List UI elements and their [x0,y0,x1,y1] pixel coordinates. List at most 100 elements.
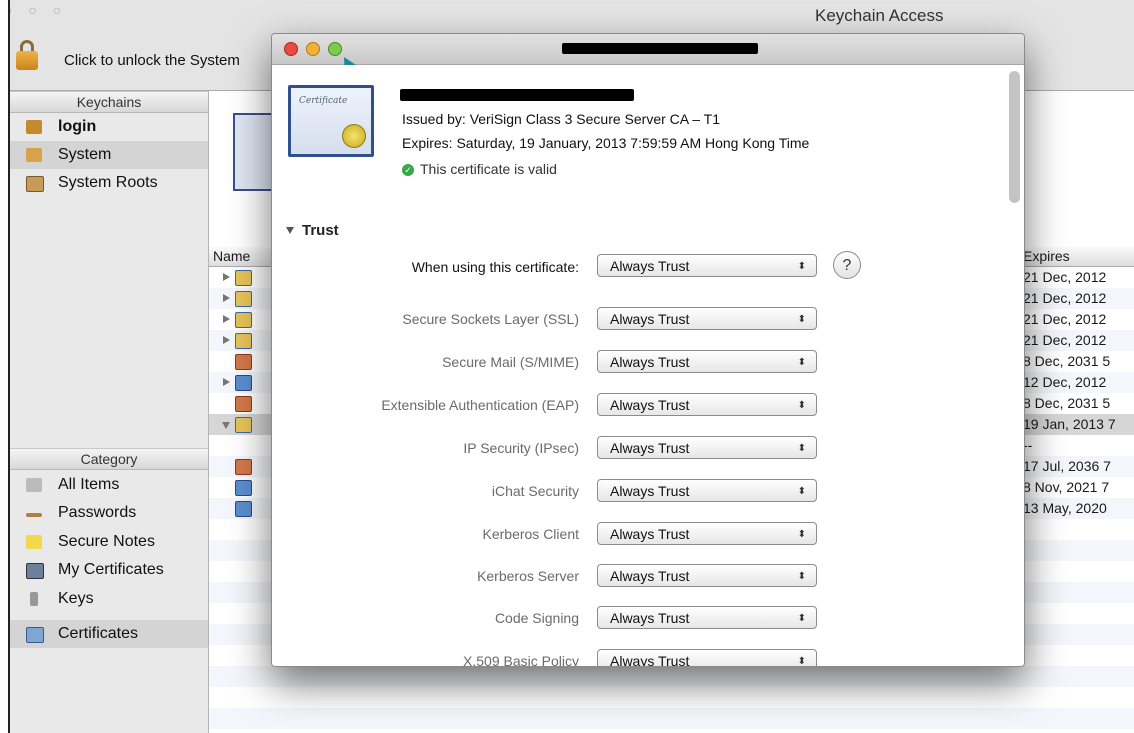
sidebar-item-system[interactable]: System [10,141,208,169]
popup-arrows-icon: ⬍ [797,529,806,540]
popup-value: Always Trust [610,483,690,499]
disclosure-triangle-icon[interactable] [223,378,230,386]
disclosure-triangle-icon[interactable] [286,227,294,234]
expires-cell: 8 Nov, 2021 7 [1023,479,1110,495]
kerberos-client-popup[interactable]: Always Trust ⬍ [597,522,817,545]
sidebar-item-login[interactable]: login [10,113,208,141]
popup-value: Always Trust [610,311,690,327]
popup-value: Always Trust [610,440,690,456]
people-icon [26,478,42,492]
certificate-icon [235,312,252,328]
disclosure-triangle-icon[interactable] [223,315,230,323]
x509-popup[interactable]: Always Trust ⬍ [597,649,817,667]
ipsec-label: IP Security (IPsec) [463,440,579,456]
window-controls[interactable]: ○ ○ ○ [10,2,67,18]
lock-icon[interactable] [16,40,38,70]
certificate-icon [26,563,44,579]
column-expires-header[interactable]: Expires [1023,247,1070,266]
sidebar-item-label: Certificates [58,625,139,642]
minimize-icon[interactable] [306,42,320,56]
popup-value: Always Trust [610,526,690,542]
vertical-scrollbar[interactable] [1009,71,1020,203]
note-icon [26,535,42,549]
unlock-text[interactable]: Click to unlock the System [64,52,240,69]
popup-value: Always Trust [610,354,690,370]
expires-text: Expires: Saturday, 19 January, 2013 7:59… [402,135,810,151]
smime-label: Secure Mail (S/MIME) [442,354,579,370]
sidebar-item-label: All Items [58,476,120,493]
ichat-popup[interactable]: Always Trust ⬍ [597,479,817,502]
expires-cell: 13 May, 2020 [1023,500,1107,516]
popup-arrows-icon: ⬍ [797,400,806,411]
sidebar-item-system-roots[interactable]: System Roots [10,169,208,197]
sidebar-item-label: Secure Notes [58,533,155,550]
root-certificate-icon [235,459,252,475]
sidebar-item-passwords[interactable]: Passwords [10,499,208,527]
certificate-icon: Certificate [288,85,374,157]
redacted-title [562,43,758,54]
certificate-icon [235,270,252,286]
trust-header-label: Trust [302,222,339,239]
table-row-empty [209,666,1134,687]
window-titlebar: ○ ○ ○ Keychain Access [10,0,1134,30]
sidebar-item-certificates[interactable]: Certificates [10,620,208,648]
column-name-header[interactable]: Name [213,247,250,266]
smime-popup[interactable]: Always Trust ⬍ [597,350,817,373]
code-signing-popup[interactable]: Always Trust ⬍ [597,606,817,629]
when-using-popup[interactable]: Always Trust ⬍ [597,254,817,277]
x509-label: X.509 Basic Policy [463,653,579,667]
popup-arrows-icon: ⬍ [797,443,806,454]
valid-text: This certificate is valid [420,161,557,177]
close-icon[interactable] [284,42,298,56]
root-certificate-icon [235,396,252,412]
sidebar-item-label: Passwords [58,504,137,521]
lock-icon [26,148,42,162]
disclosure-triangle-icon[interactable] [223,336,230,344]
certificate-icon-text: Certificate [299,96,348,106]
kerberos-client-label: Kerberos Client [482,526,580,542]
kerberos-server-popup[interactable]: Always Trust ⬍ [597,564,817,587]
pencil-icon [26,513,42,517]
certificate-icon [235,501,252,517]
popup-arrows-icon: ⬍ [797,314,806,325]
popup-arrows-icon: ⬍ [797,571,806,582]
popup-value: Always Trust [610,610,690,626]
expires-cell: 8 Dec, 2031 5 [1023,353,1111,369]
sidebar-item-keys[interactable]: Keys [10,585,208,613]
disclosure-triangle-icon[interactable] [223,294,230,302]
eap-label: Extensible Authentication (EAP) [381,397,579,413]
window-title: Keychain Access [815,6,944,25]
certificate-icon [26,627,44,643]
certificate-icon [235,417,252,433]
certificate-icon [235,333,252,349]
zoom-icon[interactable] [328,42,342,56]
ssl-popup[interactable]: Always Trust ⬍ [597,307,817,330]
sidebar-item-label: System Roots [58,174,158,191]
popup-arrows-icon: ⬍ [797,613,806,624]
key-icon [30,592,38,606]
disclosure-triangle-icon[interactable] [223,273,230,281]
certificate-icon [235,480,252,496]
expires-cell: 12 Dec, 2012 [1023,374,1107,390]
sidebar-item-secure-notes[interactable]: Secure Notes [10,528,208,556]
ssl-label: Secure Sockets Layer (SSL) [402,311,579,327]
eap-popup[interactable]: Always Trust ⬍ [597,393,817,416]
disclosure-triangle-icon[interactable] [222,422,230,429]
seal-icon [342,124,366,148]
sidebar-item-all-items[interactable]: All Items [10,471,208,499]
ichat-label: iChat Security [491,483,579,499]
sidebar-item-my-certificates[interactable]: My Certificates [10,556,208,584]
root-certificate-icon [235,354,252,370]
popup-value: Always Trust [610,653,690,667]
trust-section-header[interactable]: Trust [286,222,339,239]
expires-cell: 19 Jan, 2013 7 [1023,416,1116,432]
ipsec-popup[interactable]: Always Trust ⬍ [597,436,817,459]
sidebar-item-label: System [58,146,112,163]
code-signing-label: Code Signing [494,610,579,626]
sidebar-item-label: Keys [58,590,94,607]
valid-status: ✓ This certificate is valid [402,161,557,177]
category-header: Category [10,448,208,470]
popup-arrows-icon: ⬍ [797,261,806,272]
help-button[interactable]: ? [833,251,861,279]
issued-by-text: Issued by: VeriSign Class 3 Secure Serve… [402,111,721,127]
